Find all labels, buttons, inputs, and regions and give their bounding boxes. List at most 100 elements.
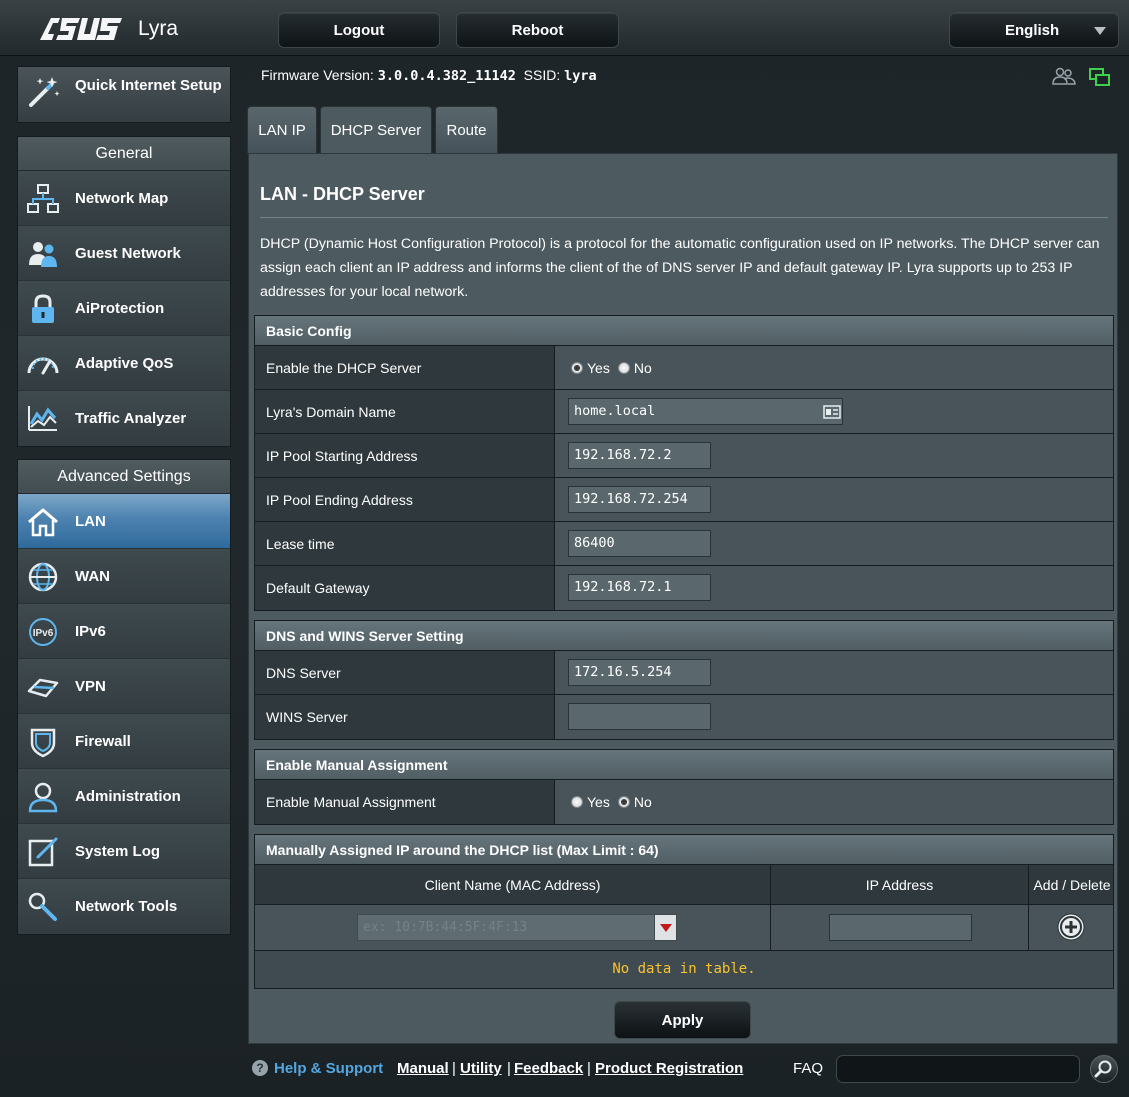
- product-name: Lyra: [138, 17, 179, 40]
- general-menu-title: General: [18, 137, 230, 171]
- chevron-down-icon: [1094, 27, 1106, 35]
- ip-pool-start-row: IP Pool Starting Address 192.168.72.2: [255, 434, 1113, 478]
- reboot-label: Reboot: [511, 21, 564, 39]
- domain-name-input[interactable]: home.local: [568, 398, 843, 425]
- radio-label: No: [633, 794, 652, 810]
- firmware-version[interactable]: 3.0.0.4.382_11142: [378, 68, 516, 84]
- sidebar-item-traffic-analyzer[interactable]: Traffic Analyzer: [18, 391, 230, 446]
- domain-name-row: Lyra's Domain Name home.local: [255, 390, 1113, 434]
- lease-time-input[interactable]: 86400: [568, 530, 711, 557]
- help-icon: ?: [252, 1060, 268, 1076]
- guest-network-icon: [29, 242, 57, 267]
- sidebar-item-label: Network Tools: [75, 898, 178, 915]
- shield-icon: [30, 728, 56, 758]
- clients-status-icon[interactable]: [1052, 66, 1076, 88]
- section-title: Basic Config: [255, 316, 1113, 346]
- sidebar-item-network-map[interactable]: Network Map: [18, 171, 230, 226]
- sidebar-item-ipv6[interactable]: IPv6 IPv6: [18, 604, 230, 659]
- ip-pool-end-row: IP Pool Ending Address 192.168.72.254: [255, 478, 1113, 522]
- faq-search-button[interactable]: [1090, 1055, 1118, 1083]
- page-title: LAN - DHCP Server: [260, 184, 425, 204]
- ip-pool-start-input[interactable]: 192.168.72.2: [568, 442, 711, 469]
- reboot-button[interactable]: Reboot: [456, 12, 619, 48]
- section-title: Enable Manual Assignment: [255, 750, 1113, 780]
- ipv6-icon: IPv6: [29, 618, 57, 646]
- sidebar-item-wan[interactable]: WAN: [18, 549, 230, 604]
- general-menu: General Network Map Guest Network AiProt…: [17, 136, 231, 447]
- row-label: Enable Manual Assignment: [266, 794, 436, 810]
- sidebar-item-lan[interactable]: LAN: [18, 494, 230, 549]
- chevron-down-icon: [660, 924, 672, 932]
- dns-wins-section: DNS and WINS Server Setting DNS Server 1…: [254, 620, 1114, 740]
- sidebar-item-label: Firewall: [75, 732, 131, 750]
- radio-label: Yes: [587, 360, 610, 376]
- radio-label: Yes: [587, 794, 610, 810]
- sidebar-item-administration[interactable]: Administration: [18, 769, 230, 824]
- svg-text:IPv6: IPv6: [33, 628, 54, 639]
- logout-button[interactable]: Logout: [278, 12, 440, 48]
- add-icon[interactable]: [1056, 912, 1086, 942]
- basic-config-section: Basic Config Enable the DHCP Server Yes …: [254, 315, 1114, 611]
- ssid-value: lyra: [564, 68, 597, 84]
- sidebar-item-label: System Log: [75, 842, 161, 860]
- enable-dhcp-no-radio[interactable]: [617, 362, 630, 374]
- advanced-menu-title: Advanced Settings: [18, 460, 230, 494]
- client-dropdown-button[interactable]: [654, 915, 676, 940]
- sidebar-item-label: Adaptive QoS: [75, 354, 174, 372]
- row-label: Lease time: [266, 536, 335, 552]
- top-bar: Lyra Logout Reboot English: [0, 0, 1129, 56]
- sidebar-item-label: Network Map: [75, 189, 169, 207]
- tab-label: Route: [446, 122, 487, 139]
- logout-label: Logout: [333, 21, 385, 39]
- faq-search-input[interactable]: [836, 1055, 1080, 1083]
- sidebar-item-system-log[interactable]: System Log: [18, 824, 230, 879]
- ip-pool-end-input[interactable]: 192.168.72.254: [568, 486, 711, 513]
- manual-assignment-row: Enable Manual Assignment Yes No: [255, 780, 1113, 824]
- wins-server-input[interactable]: [568, 703, 711, 730]
- sidebar-item-firewall[interactable]: Firewall: [18, 714, 230, 769]
- internet-status-icon[interactable]: [1088, 67, 1112, 89]
- language-select[interactable]: English: [949, 12, 1119, 48]
- firmware-info: Firmware Version: 3.0.0.4.382_11142 SSID…: [261, 67, 597, 84]
- enable-dhcp-row: Enable the DHCP Server Yes No: [255, 346, 1113, 390]
- manual-assignment-no-radio[interactable]: [617, 796, 630, 808]
- network-map-icon: [27, 184, 59, 213]
- manual-link[interactable]: Manual: [397, 1060, 449, 1077]
- page-description: DHCP (Dynamic Host Configuration Protoco…: [260, 236, 1100, 300]
- firmware-label: Firmware Version:: [261, 67, 374, 83]
- tab-dhcp-server[interactable]: DHCP Server: [320, 106, 432, 154]
- dns-server-input[interactable]: 172.16.5.254: [568, 659, 711, 686]
- magic-wand-icon: [29, 77, 60, 107]
- tab-route[interactable]: Route: [435, 106, 498, 154]
- utility-link[interactable]: Utility: [460, 1060, 502, 1077]
- quick-internet-setup-button[interactable]: Quick Internet Setup: [17, 66, 231, 123]
- sidebar-item-aiprotection[interactable]: AiProtection: [18, 281, 230, 336]
- sidebar-item-network-tools[interactable]: Network Tools: [18, 879, 230, 934]
- sidebar-item-label: Administration: [75, 787, 181, 805]
- section-title: Manually Assigned IP around the DHCP lis…: [255, 835, 1113, 865]
- feedback-link[interactable]: Feedback: [514, 1060, 583, 1077]
- row-label: Lyra's Domain Name: [266, 404, 396, 420]
- manual-ip-input[interactable]: [829, 914, 972, 941]
- enable-dhcp-yes-radio[interactable]: [571, 362, 583, 374]
- row-label: WINS Server: [266, 709, 348, 725]
- tab-lan-ip[interactable]: LAN IP: [247, 106, 317, 154]
- sidebar-item-guest-network[interactable]: Guest Network: [18, 226, 230, 281]
- gauge-icon: [27, 357, 59, 375]
- title-divider: [260, 217, 1108, 218]
- sidebar-item-label: WAN: [75, 567, 110, 585]
- tab-label: LAN IP: [258, 122, 306, 139]
- section-title: DNS and WINS Server Setting: [255, 621, 1113, 651]
- id-card-icon[interactable]: [823, 405, 841, 419]
- empty-table-message: No data in table.: [255, 951, 1113, 988]
- enable-dhcp-radio-group: Yes No: [571, 346, 660, 390]
- language-value: English: [1005, 21, 1060, 39]
- sidebar-item-vpn[interactable]: VPN: [18, 659, 230, 714]
- sidebar-item-adaptive-qos[interactable]: Adaptive QoS: [18, 336, 230, 391]
- client-mac-combobox[interactable]: ex: 10:7B:44:5F:4F:13: [357, 914, 677, 941]
- dns-server-row: DNS Server 172.16.5.254: [255, 651, 1113, 695]
- product-registration-link[interactable]: Product Registration: [595, 1060, 743, 1077]
- manual-assignment-yes-radio[interactable]: [571, 796, 583, 808]
- default-gateway-input[interactable]: 192.168.72.1: [568, 574, 711, 601]
- apply-button[interactable]: Apply: [614, 1001, 751, 1039]
